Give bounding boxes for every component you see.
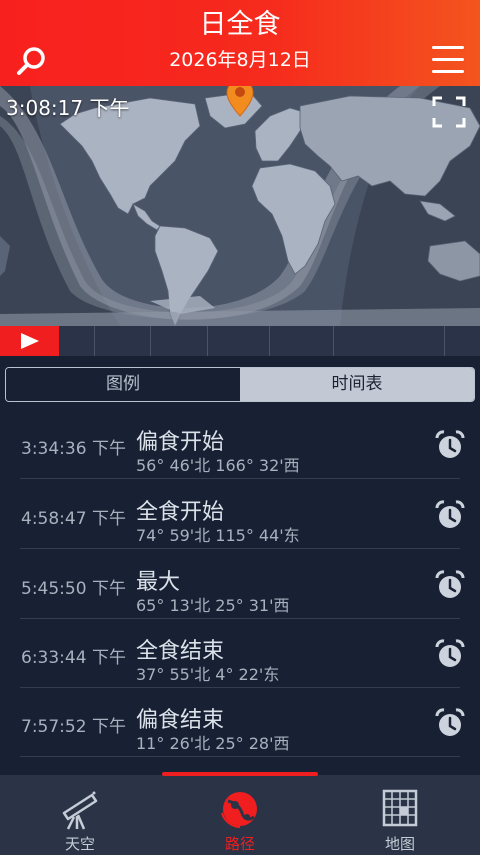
- view-tabs: 图例 时间表: [5, 367, 475, 402]
- list-item[interactable]: 3:34:36 下午 偏食开始 56° 46'北 166° 32'西: [20, 410, 465, 479]
- event-time: 6:33:44 下午: [21, 648, 126, 668]
- tab-schedule[interactable]: 时间表: [240, 368, 474, 401]
- play-icon: [21, 333, 39, 349]
- page-title: 日全食: [199, 9, 281, 40]
- list-item[interactable]: 4:58:47 下午 全食开始 74° 59'北 115° 44'东: [20, 480, 465, 549]
- timeline-tick: [269, 326, 270, 356]
- nav-item-map[interactable]: 地图: [320, 775, 480, 855]
- event-coords: 74° 59'北 115° 44'东: [136, 526, 300, 545]
- timeline-tick: [150, 326, 151, 356]
- alarm-clock-icon[interactable]: [434, 499, 466, 531]
- telescope-icon: [62, 791, 98, 830]
- event-time: 7:57:52 下午: [21, 717, 126, 737]
- list-item[interactable]: 6:33:44 下午 全食结束 37° 55'北 4° 22'东: [20, 619, 465, 688]
- nav-label-path: 路径: [224, 835, 255, 853]
- hamburger-menu-icon: [432, 46, 464, 49]
- event-time: 5:45:50 下午: [21, 579, 126, 599]
- list-item[interactable]: 7:57:52 下午 偏食结束 11° 26'北 25° 28'西: [20, 688, 465, 757]
- event-coords: 65° 13'北 25° 31'西: [136, 596, 290, 615]
- nav-item-sky[interactable]: 天空: [0, 775, 160, 855]
- current-time-label: 3:08:17 下午: [6, 96, 130, 120]
- app-header: 日全食 2026年8月12日: [0, 0, 480, 86]
- alarm-clock-icon[interactable]: [434, 638, 466, 670]
- timeline-tick: [94, 326, 95, 356]
- timeline-tick: [444, 326, 445, 356]
- event-coords: 37° 55'北 4° 22'东: [136, 665, 280, 684]
- alarm-clock-icon[interactable]: [434, 569, 466, 601]
- map-grid-icon: [382, 789, 418, 827]
- nav-label-map: 地图: [384, 835, 415, 853]
- event-time: 3:34:36 下午: [21, 439, 126, 459]
- event-coords: 56° 46'北 166° 32'西: [136, 456, 300, 475]
- alarm-clock-icon[interactable]: [434, 707, 466, 739]
- nav-label-sky: 天空: [64, 835, 95, 853]
- eclipse-map[interactable]: 3:08:17 下午: [0, 86, 480, 326]
- fullscreen-icon: [432, 96, 466, 128]
- eclipse-date: 2026年8月12日: [169, 49, 311, 71]
- world-map: [0, 86, 480, 326]
- location-pin-icon[interactable]: [225, 86, 255, 118]
- tab-legend[interactable]: 图例: [6, 368, 240, 401]
- list-item[interactable]: 5:45:50 下午 最大 65° 13'北 25° 31'西: [20, 550, 465, 619]
- fullscreen-button[interactable]: [432, 96, 466, 128]
- event-time: 4:58:47 下午: [21, 509, 126, 529]
- eclipse-path-icon: [221, 792, 257, 828]
- nav-item-path[interactable]: 路径: [160, 775, 320, 855]
- event-coords: 11° 26'北 25° 28'西: [136, 734, 290, 753]
- timeline-tick: [207, 326, 208, 356]
- menu-button[interactable]: [432, 46, 464, 76]
- alarm-clock-icon[interactable]: [434, 429, 466, 461]
- bottom-navigation: 天空 路径 地图: [0, 772, 480, 855]
- timeline-scrubber[interactable]: [0, 326, 480, 356]
- play-button[interactable]: [0, 326, 59, 356]
- timeline-tick: [333, 326, 334, 356]
